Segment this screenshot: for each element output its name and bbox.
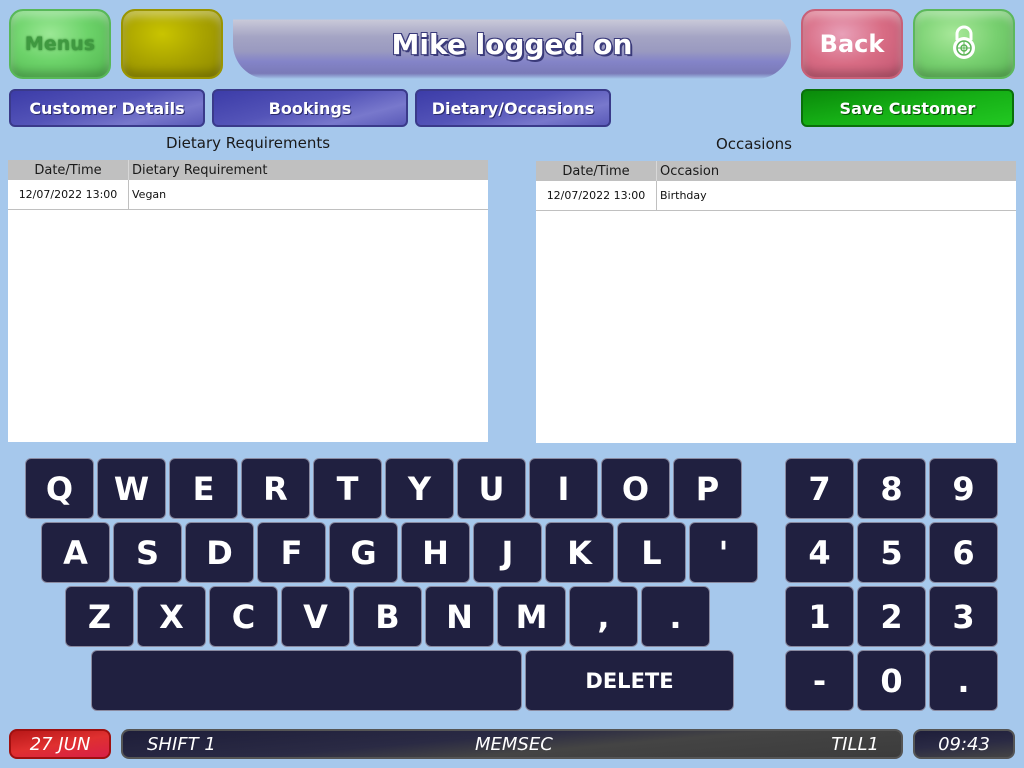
key-p[interactable]: P (673, 458, 742, 519)
occasions-panel-title: Occasions (716, 135, 792, 153)
key-n[interactable]: N (425, 586, 494, 647)
numpad-key-minus[interactable]: - (785, 650, 854, 711)
lock-button[interactable] (913, 9, 1015, 79)
blank-function-button[interactable] (121, 9, 223, 79)
user-label: MEMSEC (475, 734, 553, 755)
back-button[interactable]: Back (801, 9, 903, 79)
date-display: 27 JUN (9, 729, 111, 759)
tab-bookings[interactable]: Bookings (212, 89, 408, 127)
key-k[interactable]: K (545, 522, 614, 583)
row-datetime: 12/07/2022 13:00 (536, 181, 657, 210)
key-j[interactable]: J (473, 522, 542, 583)
save-customer-button[interactable]: Save Customer (801, 89, 1014, 127)
numpad-key-6[interactable]: 6 (929, 522, 998, 583)
key-g[interactable]: G (329, 522, 398, 583)
table-row[interactable]: 12/07/2022 13:00 Birthday (536, 181, 1016, 211)
dietary-grid-header: Date/Time Dietary Requirement (8, 160, 488, 180)
key-t[interactable]: T (313, 458, 382, 519)
table-row[interactable]: 12/07/2022 13:00 Vegan (8, 180, 488, 210)
occasions-grid-header: Date/Time Occasion (536, 161, 1016, 181)
numpad-key-decimal[interactable]: . (929, 650, 998, 711)
time-display: 09:43 (913, 729, 1015, 759)
row-datetime: 12/07/2022 13:00 (8, 180, 129, 209)
key-m[interactable]: M (497, 586, 566, 647)
key-comma[interactable]: , (569, 586, 638, 647)
key-z[interactable]: Z (65, 586, 134, 647)
key-delete[interactable]: DELETE (525, 650, 734, 711)
numpad-key-5[interactable]: 5 (857, 522, 926, 583)
column-header-dietary-requirement[interactable]: Dietary Requirement (129, 160, 488, 180)
key-space[interactable] (91, 650, 522, 711)
key-d[interactable]: D (185, 522, 254, 583)
key-s[interactable]: S (113, 522, 182, 583)
key-l[interactable]: L (617, 522, 686, 583)
back-label: Back (819, 30, 885, 58)
numpad-key-0[interactable]: 0 (857, 650, 926, 711)
dietary-panel-title: Dietary Requirements (165, 134, 331, 152)
key-a[interactable]: A (41, 522, 110, 583)
padlock-icon (951, 24, 977, 64)
numpad-key-3[interactable]: 3 (929, 586, 998, 647)
shift-label: SHIFT 1 (147, 734, 216, 755)
key-apostrophe[interactable]: ' (689, 522, 758, 583)
key-e[interactable]: E (169, 458, 238, 519)
menus-button[interactable]: Menus (9, 9, 111, 79)
row-dietary-requirement: Vegan (132, 188, 167, 201)
key-i[interactable]: I (529, 458, 598, 519)
column-header-datetime[interactable]: Date/Time (8, 160, 129, 180)
numpad-key-1[interactable]: 1 (785, 586, 854, 647)
key-r[interactable]: R (241, 458, 310, 519)
key-q[interactable]: Q (25, 458, 94, 519)
numpad-key-8[interactable]: 8 (857, 458, 926, 519)
key-h[interactable]: H (401, 522, 470, 583)
key-w[interactable]: W (97, 458, 166, 519)
numpad-key-7[interactable]: 7 (785, 458, 854, 519)
dietary-grid[interactable]: Date/Time Dietary Requirement 12/07/2022… (8, 160, 488, 442)
numpad-key-2[interactable]: 2 (857, 586, 926, 647)
column-header-occasion[interactable]: Occasion (657, 161, 1016, 181)
menus-label: Menus (24, 33, 96, 55)
key-b[interactable]: B (353, 586, 422, 647)
tab-customer-details[interactable]: Customer Details (9, 89, 205, 127)
key-y[interactable]: Y (385, 458, 454, 519)
logged-on-banner: Mike logged on (233, 9, 791, 79)
row-occasion: Birthday (660, 189, 707, 202)
status-bar: SHIFT 1 MEMSEC TILL1 (121, 729, 903, 759)
numpad-key-9[interactable]: 9 (929, 458, 998, 519)
column-header-datetime[interactable]: Date/Time (536, 161, 657, 181)
key-u[interactable]: U (457, 458, 526, 519)
till-label: TILL1 (831, 734, 879, 755)
key-x[interactable]: X (137, 586, 206, 647)
tab-dietary-occasions[interactable]: Dietary/Occasions (415, 89, 611, 127)
key-c[interactable]: C (209, 586, 278, 647)
key-f[interactable]: F (257, 522, 326, 583)
occasions-grid[interactable]: Date/Time Occasion 12/07/2022 13:00 Birt… (536, 161, 1016, 443)
numpad-key-4[interactable]: 4 (785, 522, 854, 583)
key-v[interactable]: V (281, 586, 350, 647)
key-period[interactable]: . (641, 586, 710, 647)
page-title: Mike logged on (391, 27, 633, 61)
key-o[interactable]: O (601, 458, 670, 519)
